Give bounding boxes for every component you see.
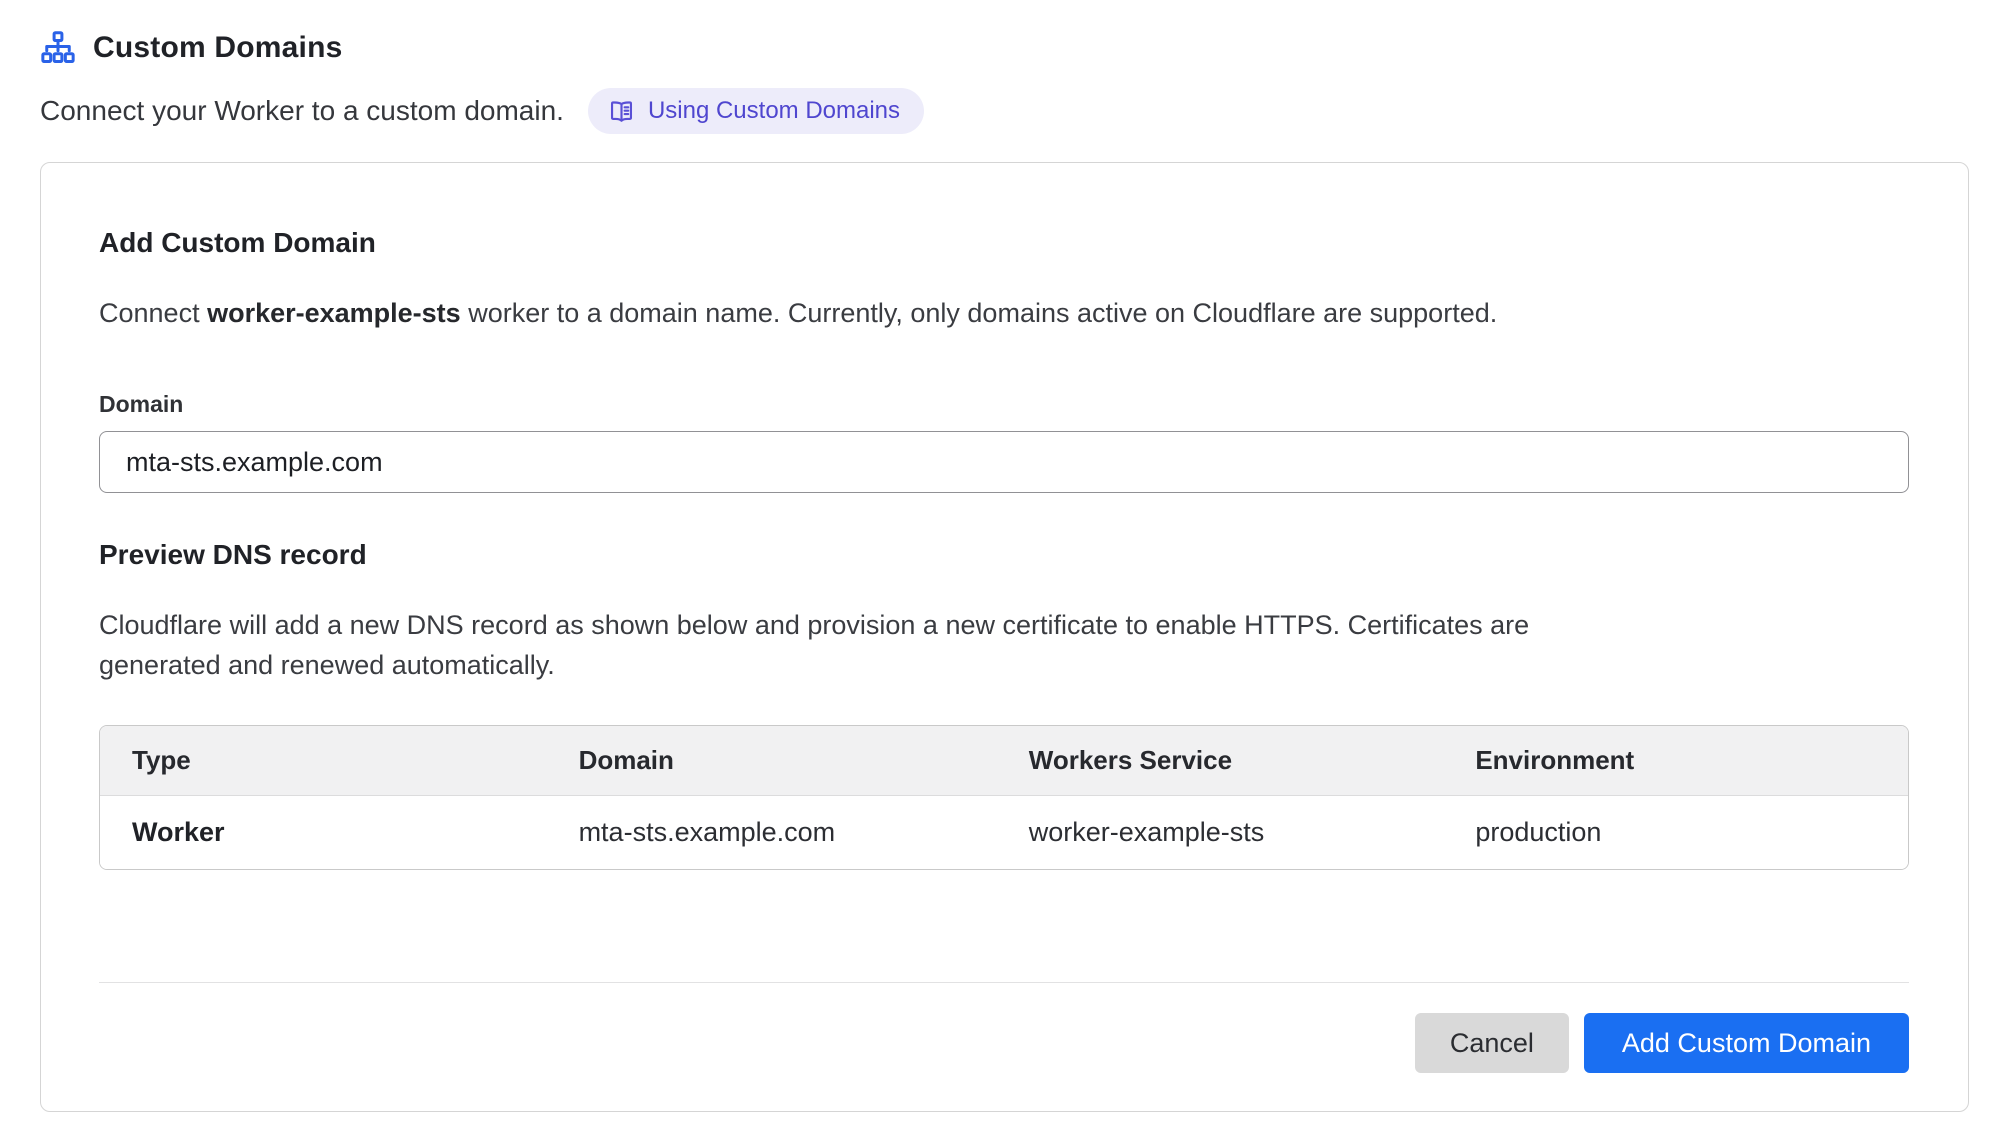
card-description: Connect worker-example-sts worker to a d… bbox=[99, 293, 1909, 333]
column-header-workers-service: Workers Service bbox=[997, 726, 1444, 796]
table-row: Worker mta-sts.example.com worker-exampl… bbox=[100, 796, 1908, 870]
docs-link-label: Using Custom Domains bbox=[648, 97, 900, 125]
title-row: Custom Domains bbox=[40, 30, 1999, 66]
page-title: Custom Domains bbox=[93, 31, 343, 65]
card-heading: Add Custom Domain bbox=[99, 227, 1909, 259]
table-header-row: Type Domain Workers Service Environment bbox=[100, 726, 1908, 796]
preview-heading: Preview DNS record bbox=[99, 539, 1909, 571]
footer-divider bbox=[99, 982, 1909, 983]
description-prefix: Connect bbox=[99, 298, 207, 328]
actions-row: Cancel Add Custom Domain bbox=[99, 1013, 1909, 1073]
open-book-icon bbox=[608, 98, 635, 125]
dns-preview-table: Type Domain Workers Service Environment … bbox=[99, 725, 1909, 870]
domain-field-label: Domain bbox=[99, 391, 1909, 418]
worker-name: worker-example-sts bbox=[207, 298, 461, 328]
preview-description: Cloudflare will add a new DNS record as … bbox=[99, 605, 1569, 685]
page-header: Custom Domains Connect your Worker to a … bbox=[0, 0, 1999, 134]
cell-environment: production bbox=[1443, 796, 1908, 870]
column-header-environment: Environment bbox=[1443, 726, 1908, 796]
cell-domain: mta-sts.example.com bbox=[547, 796, 997, 870]
sitemap-icon bbox=[40, 30, 76, 66]
page-subtitle: Connect your Worker to a custom domain. bbox=[40, 95, 564, 127]
subtitle-row: Connect your Worker to a custom domain. … bbox=[40, 88, 1999, 134]
cell-type: Worker bbox=[100, 796, 547, 870]
description-suffix: worker to a domain name. Currently, only… bbox=[461, 298, 1498, 328]
column-header-domain: Domain bbox=[547, 726, 997, 796]
cell-workers-service: worker-example-sts bbox=[997, 796, 1444, 870]
docs-link-badge[interactable]: Using Custom Domains bbox=[588, 88, 924, 134]
add-custom-domain-card: Add Custom Domain Connect worker-example… bbox=[40, 162, 1969, 1112]
domain-input[interactable] bbox=[99, 431, 1909, 493]
cancel-button[interactable]: Cancel bbox=[1415, 1013, 1569, 1073]
column-header-type: Type bbox=[100, 726, 547, 796]
add-custom-domain-button[interactable]: Add Custom Domain bbox=[1584, 1013, 1909, 1073]
